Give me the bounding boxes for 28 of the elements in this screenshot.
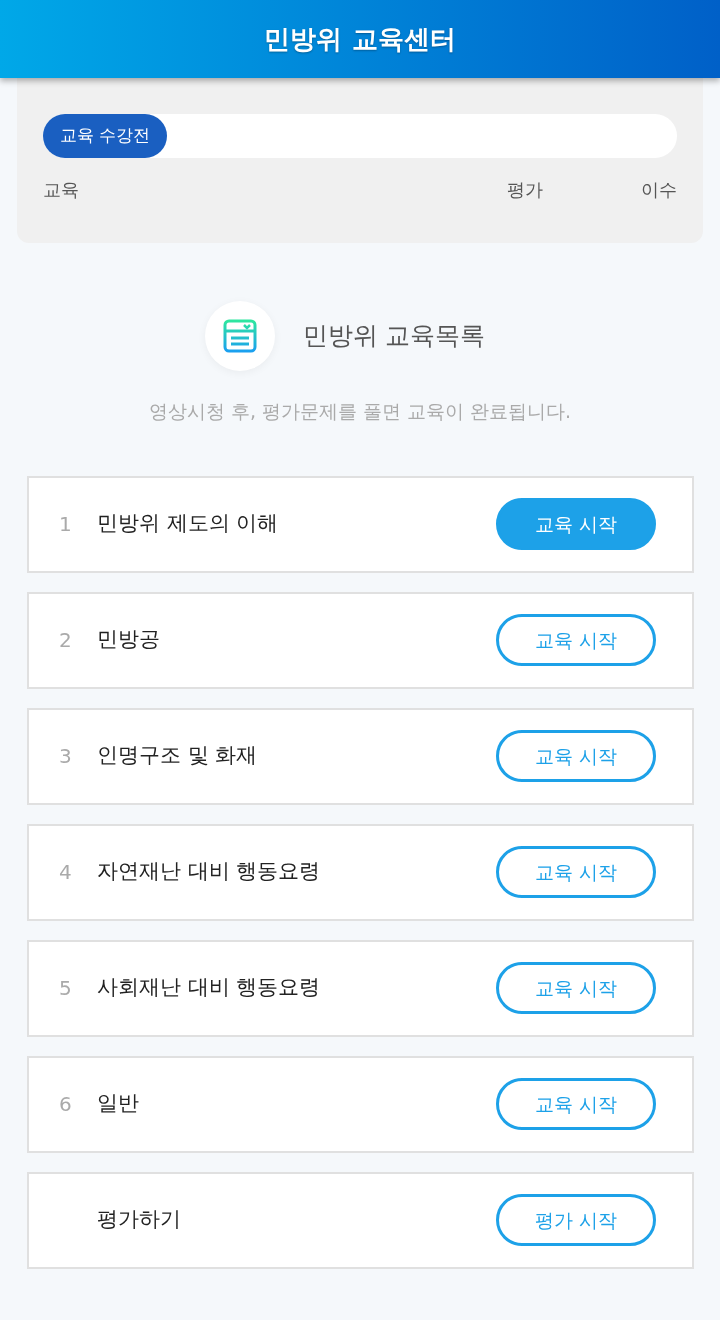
- course-number: 1: [59, 511, 73, 538]
- course-title: 일반: [97, 1090, 140, 1118]
- start-button[interactable]: 교육 시작: [496, 498, 656, 550]
- course-number: 5: [59, 975, 73, 1002]
- course-title: 사회재난 대비 행동요령: [97, 974, 322, 1002]
- course-number: 3: [59, 743, 73, 770]
- step-label: 평가: [507, 178, 543, 202]
- start-button[interactable]: 교육 시작: [496, 614, 656, 666]
- start-button[interactable]: 교육 시작: [496, 730, 656, 782]
- step-label: 이수: [641, 178, 677, 202]
- course-title: 인명구조 및 화재: [97, 742, 259, 770]
- course-number: 2: [59, 627, 73, 654]
- course-number: 4: [59, 859, 73, 886]
- start-button[interactable]: 평가 시작: [496, 1194, 656, 1246]
- course-number: 6: [59, 1091, 73, 1118]
- course-title: 자연재난 대비 행동요령: [97, 858, 322, 886]
- status-badge: 교육 수강전: [43, 114, 168, 158]
- start-button[interactable]: 교육 시작: [496, 846, 656, 898]
- step-label: 교육: [43, 178, 79, 202]
- section-subtitle: 영상시청 후, 평가문제를 풀면 교육이 완료됩니다.: [147, 399, 573, 424]
- header-title: 민방위 교육센터: [264, 22, 456, 56]
- course-title: 민방공: [97, 626, 161, 654]
- section-title: 민방위 교육목록: [302, 320, 486, 353]
- start-button[interactable]: 교육 시작: [496, 1078, 656, 1130]
- course-title: 민방위 제도의 이해: [97, 510, 280, 538]
- list-icon: [221, 318, 258, 354]
- start-button[interactable]: 교육 시작: [496, 962, 656, 1014]
- course-title: 평가하기: [97, 1206, 182, 1234]
